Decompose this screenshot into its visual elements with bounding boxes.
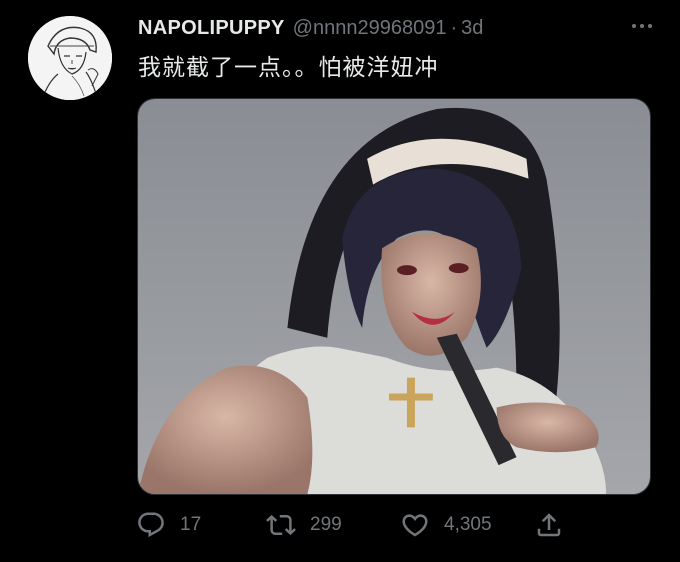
tweet-actions: 17 299 4,305 xyxy=(136,508,576,542)
retweet-count: 299 xyxy=(310,514,342,535)
avatar-sketch-image xyxy=(28,16,112,100)
reply-count: 17 xyxy=(180,514,202,535)
avatar[interactable] xyxy=(28,16,112,100)
share-icon xyxy=(537,513,561,537)
illustration-image xyxy=(138,99,650,494)
retweet-icon xyxy=(266,514,296,536)
tweet-header: NAPOLIPUPPY @nnnn29968091 · 3d xyxy=(138,16,656,40)
more-icon[interactable] xyxy=(628,12,656,40)
timestamp[interactable]: 3d xyxy=(461,17,483,40)
separator-dot: · xyxy=(450,16,458,39)
tweet-text: 我就截了一点。。怕被洋妞冲 xyxy=(138,55,439,81)
like-button[interactable]: 4,305 xyxy=(400,508,492,542)
reply-button[interactable]: 17 xyxy=(136,508,201,542)
tweet-media-image[interactable] xyxy=(137,98,651,495)
display-name[interactable]: NAPOLIPUPPY xyxy=(138,17,285,40)
reply-icon xyxy=(138,512,164,538)
like-count: 4,305 xyxy=(444,514,492,535)
user-handle[interactable]: @nnnn29968091 xyxy=(293,17,447,40)
heart-icon xyxy=(402,514,428,537)
share-button[interactable] xyxy=(534,508,564,542)
retweet-button[interactable]: 299 xyxy=(266,508,342,542)
